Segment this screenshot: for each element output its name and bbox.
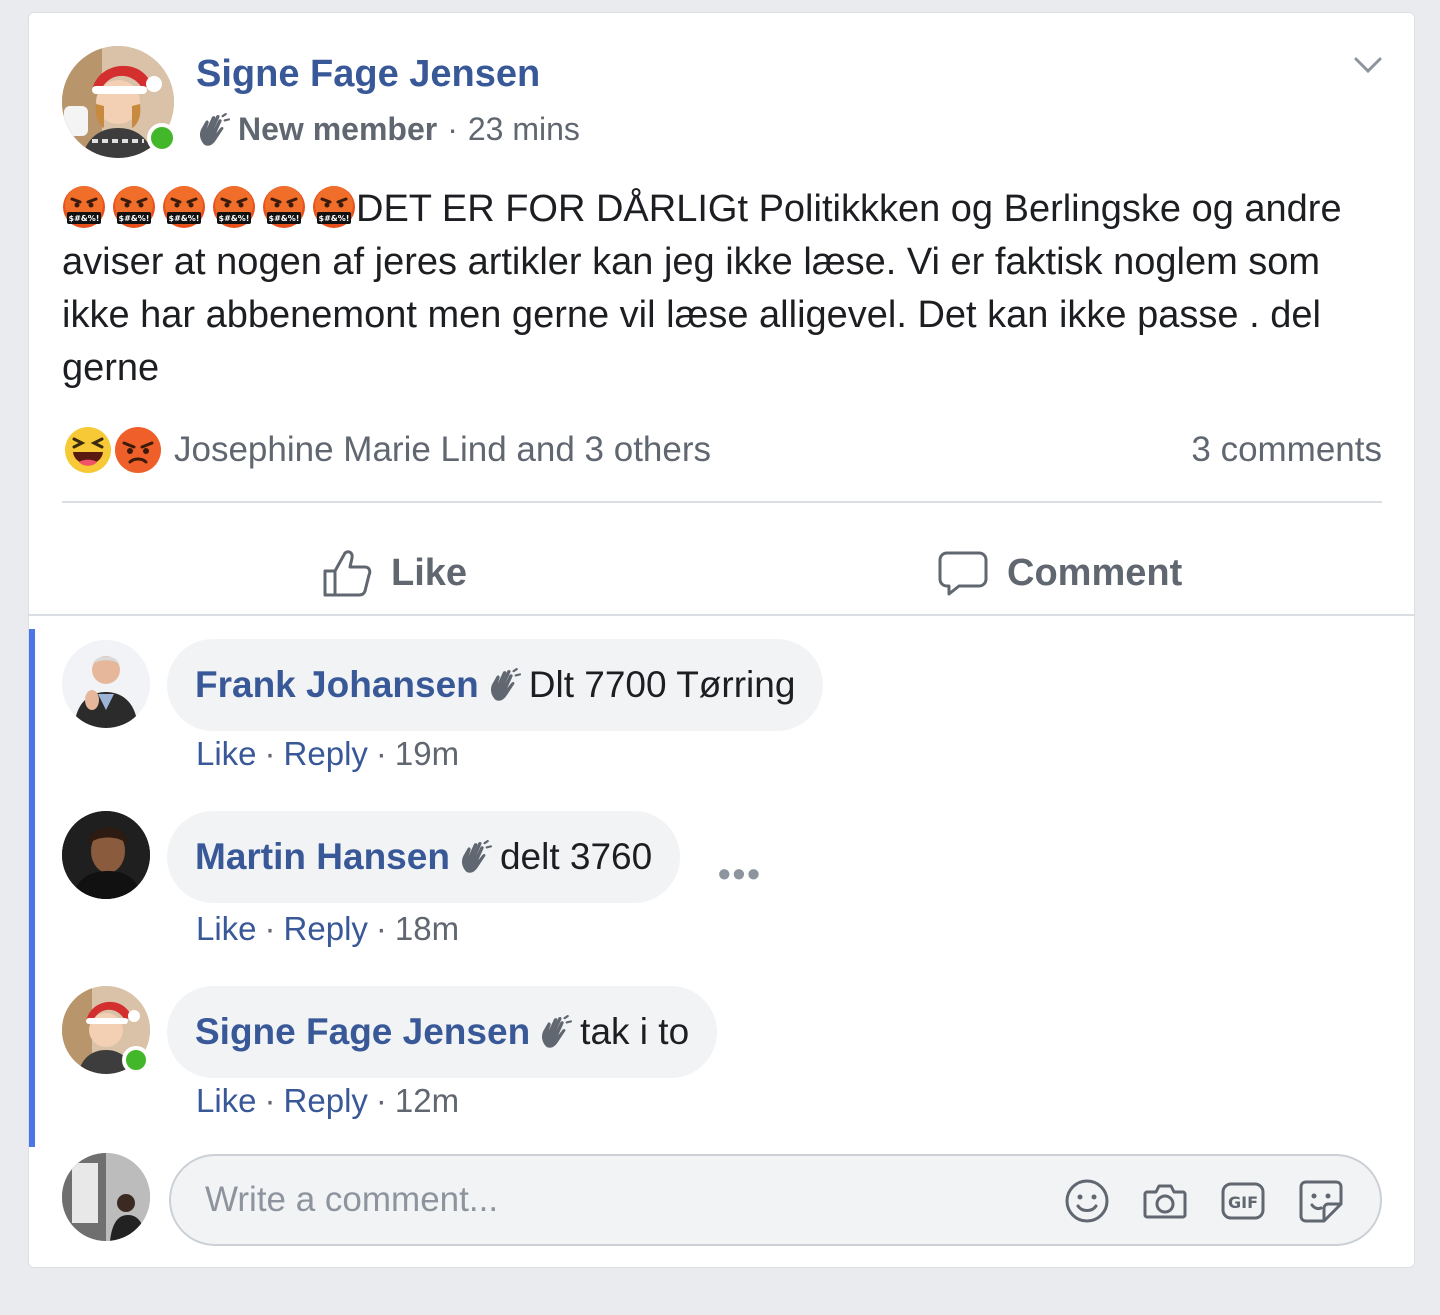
post-body: DET ER FOR DÅRLIGt Politikkken og Berlin… xyxy=(62,183,1392,395)
angry-emoji-icon xyxy=(212,185,256,229)
angry-reaction-icon xyxy=(113,425,163,475)
comments-count[interactable]: 3 comments xyxy=(1191,430,1382,470)
angry-emoji-icon xyxy=(62,185,106,229)
meta-separator: · xyxy=(264,735,276,772)
online-indicator xyxy=(147,123,177,153)
angry-emoji-icon xyxy=(112,185,156,229)
comment-reply-link[interactable]: Reply xyxy=(284,910,368,947)
comment-meta: Like · Reply · 18m xyxy=(196,910,459,948)
comment-bubble: Frank Johansen Dlt 7700 Tørring xyxy=(167,639,824,731)
comment-text: delt 3760 xyxy=(499,836,653,877)
comment-time[interactable]: 12m xyxy=(395,1082,459,1119)
commenter-avatar[interactable] xyxy=(62,640,150,728)
comment-bubble: Martin Hansen delt 3760 xyxy=(167,811,681,903)
angry-emoji-icon xyxy=(312,185,356,229)
wave-icon xyxy=(487,668,521,702)
laugh-reaction-icon xyxy=(63,425,113,475)
comment-like-link[interactable]: Like xyxy=(196,735,257,772)
reaction-names[interactable]: Josephine Marie Lind and 3 others xyxy=(174,430,711,470)
comment-author[interactable]: Martin Hansen xyxy=(195,836,450,878)
meta-separator: · xyxy=(375,1082,387,1119)
comment-text: tak i to xyxy=(580,1011,690,1052)
commenter-avatar[interactable] xyxy=(62,811,150,899)
wave-icon xyxy=(538,1015,572,1049)
current-user-avatar[interactable] xyxy=(62,1153,150,1241)
post-author-name[interactable]: Signe Fage Jensen xyxy=(196,53,540,96)
online-indicator xyxy=(122,1046,150,1074)
chevron-down-icon[interactable] xyxy=(1353,53,1383,77)
like-button[interactable]: Like xyxy=(321,528,467,618)
camera-icon[interactable] xyxy=(1142,1178,1188,1224)
wave-icon xyxy=(458,840,492,874)
comment-meta: Like · Reply · 19m xyxy=(196,735,459,773)
sticker-icon[interactable] xyxy=(1298,1178,1344,1224)
post-timestamp[interactable]: 23 mins xyxy=(468,111,580,148)
member-badge[interactable]: New member xyxy=(238,111,437,148)
comment-author[interactable]: Frank Johansen xyxy=(195,664,479,706)
comment-like-link[interactable]: Like xyxy=(196,910,257,947)
comment-author[interactable]: Signe Fage Jensen xyxy=(195,1011,530,1053)
comment-time[interactable]: 18m xyxy=(395,910,459,947)
reactions-divider xyxy=(62,501,1382,503)
svg-text:GIF: GIF xyxy=(1228,1193,1258,1212)
comment-options-button[interactable]: ••• xyxy=(718,853,762,895)
meta-separator: · xyxy=(447,111,458,147)
meta-separator: · xyxy=(264,1082,276,1119)
actions-divider xyxy=(29,614,1414,616)
emoji-icon[interactable] xyxy=(1064,1178,1110,1224)
new-comments-indicator xyxy=(29,629,35,1147)
comment-like-link[interactable]: Like xyxy=(196,1082,257,1119)
comment-time[interactable]: 19m xyxy=(395,735,459,772)
meta-separator: · xyxy=(264,910,276,947)
comment-input[interactable]: Write a comment... GIF xyxy=(169,1154,1382,1246)
comment-input-placeholder: Write a comment... xyxy=(205,1180,499,1219)
angry-emoji-icon xyxy=(162,185,206,229)
angry-emoji-icon xyxy=(262,185,306,229)
meta-separator: · xyxy=(375,910,387,947)
wave-icon xyxy=(196,113,230,147)
comment-button[interactable]: Comment xyxy=(937,528,1182,618)
comment-bubble: Signe Fage Jensen tak i to xyxy=(167,986,718,1078)
like-icon xyxy=(323,550,372,597)
comment-meta: Like · Reply · 12m xyxy=(196,1082,459,1120)
post-card: Signe Fage Jensen New member · 23 mins D… xyxy=(28,12,1415,1268)
gif-icon[interactable]: GIF xyxy=(1220,1178,1266,1224)
comment-reply-link[interactable]: Reply xyxy=(284,735,368,772)
reactions-summary: Josephine Marie Lind and 3 others 3 comm… xyxy=(62,418,1382,482)
comment-text: Dlt 7700 Tørring xyxy=(528,664,796,705)
reaction-icons[interactable] xyxy=(62,422,174,478)
post-meta: New member · 23 mins xyxy=(196,111,580,148)
meta-separator: · xyxy=(375,735,387,772)
like-label: Like xyxy=(391,551,468,594)
comment-icon xyxy=(938,551,988,596)
comment-reply-link[interactable]: Reply xyxy=(284,1082,368,1119)
comment-label: Comment xyxy=(1007,551,1183,594)
